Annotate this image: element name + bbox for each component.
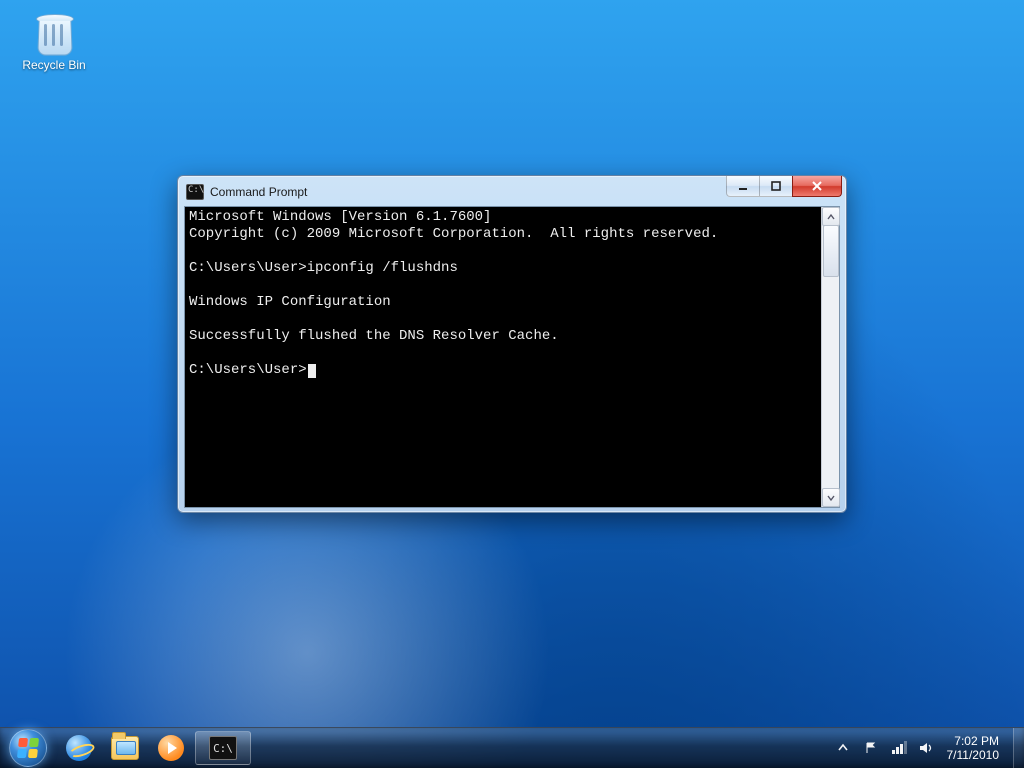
close-button[interactable]: [792, 176, 842, 197]
network-bars-icon: [891, 741, 907, 755]
speaker-icon: [919, 741, 935, 755]
command-prompt-icon: [186, 184, 204, 200]
console-line: Copyright (c) 2009 Microsoft Corporation…: [189, 226, 718, 242]
internet-explorer-icon: [65, 734, 93, 762]
close-icon: [811, 180, 823, 192]
console-line: Successfully flushed the DNS Resolver Ca…: [189, 328, 559, 344]
taskbar-command-prompt[interactable]: C:\: [195, 731, 251, 765]
window-controls: [727, 176, 842, 197]
taskbar-clock[interactable]: 7:02 PM 7/11/2010: [947, 734, 1004, 762]
show-desktop-button[interactable]: [1013, 728, 1024, 768]
system-tray: 7:02 PM 7/11/2010: [825, 728, 1014, 768]
console-line: C:\Users\User>ipconfig /flushdns: [189, 260, 458, 276]
maximize-icon: [771, 181, 781, 191]
window-title: Command Prompt: [210, 185, 307, 199]
show-hidden-icons-button[interactable]: [835, 740, 851, 756]
taskbar-windows-explorer[interactable]: [102, 728, 148, 768]
chevron-up-icon: [838, 743, 848, 753]
recycle-bin[interactable]: Recycle Bin: [16, 8, 92, 72]
action-center-icon[interactable]: [863, 740, 879, 756]
recycle-bin-label: Recycle Bin: [16, 58, 92, 72]
media-player-icon: [157, 734, 185, 762]
vertical-scrollbar[interactable]: [821, 207, 839, 507]
scroll-up-button[interactable]: [822, 207, 840, 226]
scroll-down-button[interactable]: [822, 488, 840, 507]
start-orb-icon: [9, 729, 47, 767]
clock-date: 7/11/2010: [947, 748, 1000, 762]
clock-time: 7:02 PM: [954, 734, 999, 748]
taskbar-internet-explorer[interactable]: [56, 728, 102, 768]
maximize-button[interactable]: [759, 176, 793, 197]
recycle-bin-icon: [30, 8, 78, 56]
scroll-thumb[interactable]: [823, 225, 839, 277]
cursor: [308, 364, 316, 378]
network-icon[interactable]: [891, 740, 907, 756]
command-prompt-taskbar-icon: C:\: [209, 734, 237, 762]
minimize-button[interactable]: [726, 176, 760, 197]
folder-icon: [111, 734, 139, 762]
console-prompt: C:\Users\User>: [189, 362, 307, 378]
chevron-down-icon: [827, 494, 835, 502]
console-output[interactable]: Microsoft Windows [Version 6.1.7600] Cop…: [185, 207, 821, 507]
console-area: Microsoft Windows [Version 6.1.7600] Cop…: [184, 206, 840, 508]
flag-icon: [864, 741, 878, 755]
minimize-icon: [738, 181, 748, 191]
start-button[interactable]: [0, 728, 56, 768]
desktop[interactable]: Recycle Bin Command Prompt Microsoft Win…: [0, 0, 1024, 768]
console-line: Windows IP Configuration: [189, 294, 391, 310]
command-prompt-window[interactable]: Command Prompt Microsoft Windows [Versio…: [177, 175, 847, 513]
console-line: Microsoft Windows [Version 6.1.7600]: [189, 209, 491, 225]
chevron-up-icon: [827, 213, 835, 221]
taskbar-media-player[interactable]: [148, 728, 194, 768]
taskbar: C:\ 7:02 PM: [0, 727, 1024, 768]
volume-icon[interactable]: [919, 740, 935, 756]
